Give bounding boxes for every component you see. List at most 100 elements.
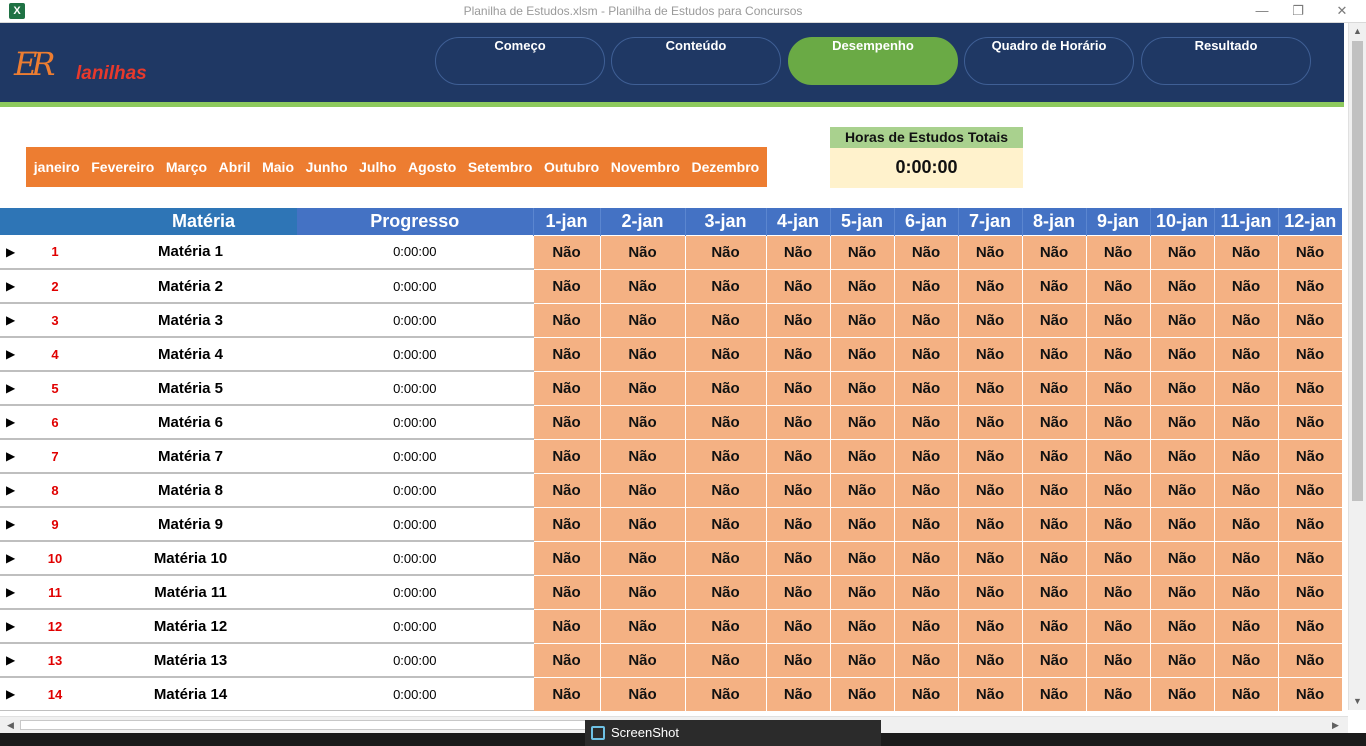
day-status-cell[interactable]: Não [1085, 676, 1151, 711]
nav-conteudo-button[interactable]: Conteúdo [611, 37, 781, 85]
day-status-cell[interactable]: Não [893, 336, 959, 372]
day-status-cell[interactable]: Não [1021, 540, 1087, 576]
day-status-cell[interactable]: Não [599, 540, 686, 576]
day-status-cell[interactable]: Não [957, 472, 1023, 508]
month-link-agosto[interactable]: Agosto [408, 159, 456, 175]
day-status-cell[interactable]: Não [684, 676, 767, 711]
month-link-dezembro[interactable]: Dezembro [692, 159, 760, 175]
day-status-cell[interactable]: Não [893, 642, 959, 678]
day-status-cell[interactable]: Não [532, 370, 601, 406]
row-expand-arrow-icon[interactable]: ▶ [0, 541, 26, 576]
row-expand-arrow-icon[interactable]: ▶ [0, 507, 26, 542]
day-status-cell[interactable]: Não [957, 506, 1023, 542]
day-status-cell[interactable]: Não [684, 234, 767, 270]
day-status-cell[interactable]: Não [532, 506, 601, 542]
vertical-scrollbar[interactable]: ▲ ▼ [1348, 23, 1366, 710]
row-expand-arrow-icon[interactable]: ▶ [0, 235, 26, 270]
day-status-cell[interactable]: Não [684, 404, 767, 440]
day-status-cell[interactable]: Não [1213, 642, 1279, 678]
day-status-cell[interactable]: Não [1021, 370, 1087, 406]
month-link-junho[interactable]: Junho [306, 159, 348, 175]
day-status-cell[interactable]: Não [957, 540, 1023, 576]
day-status-cell[interactable]: Não [599, 438, 686, 474]
day-status-cell[interactable]: Não [829, 268, 895, 304]
day-status-cell[interactable]: Não [829, 438, 895, 474]
day-status-cell[interactable]: Não [1277, 472, 1343, 508]
day-status-cell[interactable]: Não [893, 302, 959, 338]
day-status-cell[interactable]: Não [765, 676, 831, 711]
day-status-cell[interactable]: Não [599, 506, 686, 542]
day-status-cell[interactable]: Não [599, 234, 686, 270]
month-link-abril[interactable]: Abril [219, 159, 251, 175]
day-status-cell[interactable]: Não [1277, 268, 1343, 304]
day-status-cell[interactable]: Não [1021, 676, 1087, 711]
day-status-cell[interactable]: Não [532, 676, 601, 711]
day-status-cell[interactable]: Não [829, 472, 895, 508]
day-status-cell[interactable]: Não [1149, 574, 1215, 610]
day-status-cell[interactable]: Não [599, 370, 686, 406]
row-expand-arrow-icon[interactable]: ▶ [0, 303, 26, 338]
day-status-cell[interactable]: Não [1149, 370, 1215, 406]
day-status-cell[interactable]: Não [1213, 302, 1279, 338]
day-status-cell[interactable]: Não [1021, 574, 1087, 610]
day-status-cell[interactable]: Não [684, 472, 767, 508]
day-status-cell[interactable]: Não [1213, 540, 1279, 576]
day-status-cell[interactable]: Não [599, 472, 686, 508]
restore-icon[interactable]: ❐ [1278, 0, 1318, 23]
day-status-cell[interactable]: Não [893, 234, 959, 270]
day-status-cell[interactable]: Não [829, 608, 895, 644]
day-status-cell[interactable]: Não [893, 574, 959, 610]
day-status-cell[interactable]: Não [684, 642, 767, 678]
day-status-cell[interactable]: Não [893, 438, 959, 474]
day-status-cell[interactable]: Não [532, 438, 601, 474]
row-expand-arrow-icon[interactable]: ▶ [0, 609, 26, 644]
day-status-cell[interactable]: Não [1085, 404, 1151, 440]
day-status-cell[interactable]: Não [957, 302, 1023, 338]
day-status-cell[interactable]: Não [765, 540, 831, 576]
nav-desempenho-button[interactable]: Desempenho [788, 37, 958, 85]
day-status-cell[interactable]: Não [829, 676, 895, 711]
day-status-cell[interactable]: Não [765, 336, 831, 372]
day-status-cell[interactable]: Não [1021, 234, 1087, 270]
day-status-cell[interactable]: Não [829, 574, 895, 610]
day-status-cell[interactable]: Não [532, 234, 601, 270]
day-status-cell[interactable]: Não [532, 404, 601, 440]
day-status-cell[interactable]: Não [893, 608, 959, 644]
day-status-cell[interactable]: Não [1085, 506, 1151, 542]
day-status-cell[interactable]: Não [957, 370, 1023, 406]
day-status-cell[interactable]: Não [765, 472, 831, 508]
day-status-cell[interactable]: Não [1085, 574, 1151, 610]
scroll-down-icon[interactable]: ▼ [1349, 693, 1366, 710]
day-status-cell[interactable]: Não [1277, 540, 1343, 576]
day-status-cell[interactable]: Não [1021, 438, 1087, 474]
day-status-cell[interactable]: Não [1213, 506, 1279, 542]
day-status-cell[interactable]: Não [684, 608, 767, 644]
day-status-cell[interactable]: Não [1213, 268, 1279, 304]
day-status-cell[interactable]: Não [829, 404, 895, 440]
day-status-cell[interactable]: Não [1021, 404, 1087, 440]
day-status-cell[interactable]: Não [684, 268, 767, 304]
month-link-janeiro[interactable]: janeiro [34, 159, 80, 175]
day-status-cell[interactable]: Não [1277, 370, 1343, 406]
day-status-cell[interactable]: Não [1149, 438, 1215, 474]
day-status-cell[interactable]: Não [1085, 438, 1151, 474]
day-status-cell[interactable]: Não [957, 574, 1023, 610]
day-status-cell[interactable]: Não [1149, 540, 1215, 576]
day-status-cell[interactable]: Não [957, 336, 1023, 372]
day-status-cell[interactable]: Não [765, 404, 831, 440]
day-status-cell[interactable]: Não [1213, 472, 1279, 508]
day-status-cell[interactable]: Não [1277, 676, 1343, 711]
day-status-cell[interactable]: Não [765, 268, 831, 304]
day-status-cell[interactable]: Não [957, 608, 1023, 644]
day-status-cell[interactable]: Não [1149, 234, 1215, 270]
day-status-cell[interactable]: Não [684, 370, 767, 406]
day-status-cell[interactable]: Não [829, 370, 895, 406]
day-status-cell[interactable]: Não [1085, 268, 1151, 304]
month-link-maio[interactable]: Maio [262, 159, 294, 175]
day-status-cell[interactable]: Não [1021, 472, 1087, 508]
day-status-cell[interactable]: Não [1021, 268, 1087, 304]
day-status-cell[interactable]: Não [893, 370, 959, 406]
day-status-cell[interactable]: Não [1277, 438, 1343, 474]
close-icon[interactable]: ✕ [1322, 0, 1362, 23]
day-status-cell[interactable]: Não [532, 608, 601, 644]
